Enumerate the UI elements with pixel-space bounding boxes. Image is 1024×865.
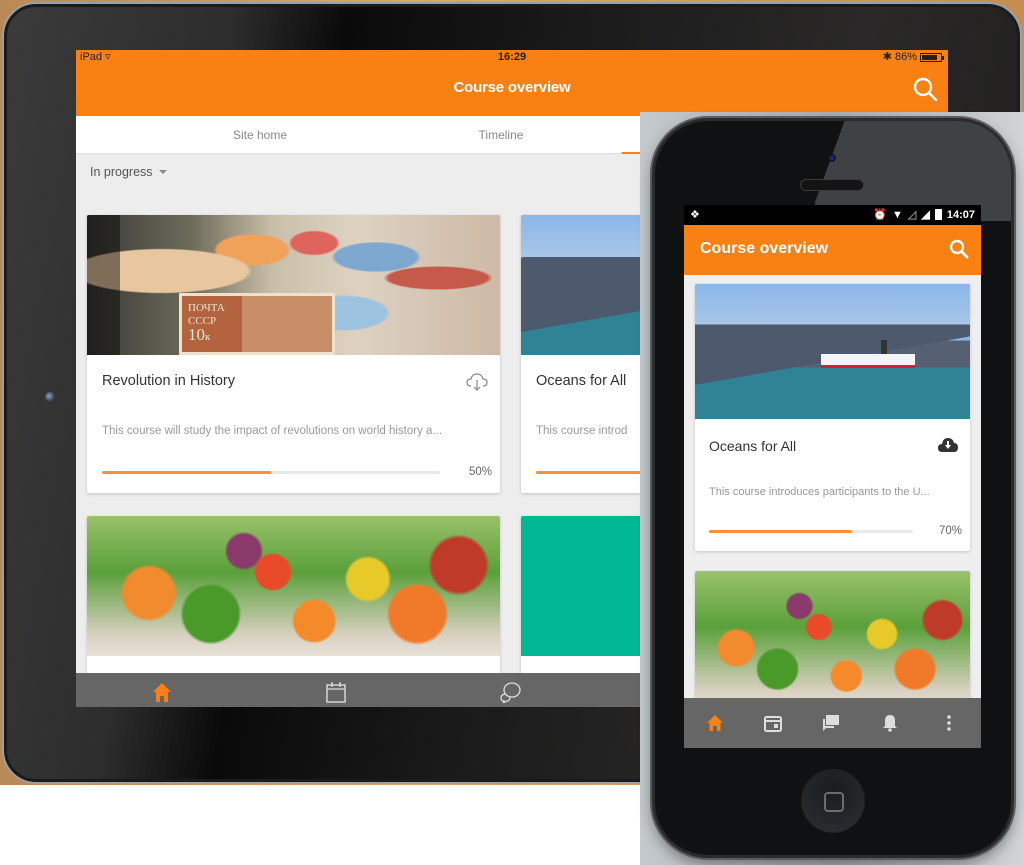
calendar-icon[interactable]: [764, 714, 782, 732]
cloud-download-icon[interactable]: [938, 438, 958, 453]
tab-timeline[interactable]: Timeline: [381, 116, 621, 154]
messages-icon[interactable]: [499, 681, 521, 703]
filter-selected-value: In progress: [90, 165, 153, 179]
search-icon[interactable]: [949, 239, 969, 259]
battery-icon: [934, 209, 942, 220]
marketing-composite: iPad ▿ 16:29 ✱ 86% Course overview Site …: [0, 0, 1024, 865]
status-time: 14:07: [946, 208, 975, 221]
course-card[interactable]: Oceans for All This course introduces pa…: [695, 284, 970, 551]
steamboat-image: [821, 354, 915, 368]
alarm-icon: ⏰: [873, 209, 888, 221]
phone-screen: ❖ ⏰ ▼ ◿ ◢ 14:07 Course overview Oceans f…: [684, 205, 981, 748]
course-progress-label: 50%: [468, 466, 492, 478]
course-description: This course will study the impact of rev…: [102, 425, 443, 437]
course-description: This course introduces participants to t…: [709, 486, 930, 498]
course-image-vegetables: [87, 516, 500, 656]
page-title: Course overview: [700, 240, 829, 257]
battery-icon: [920, 52, 944, 62]
course-progress-label: 70%: [938, 525, 962, 537]
course-title[interactable]: Oceans for All: [709, 438, 796, 454]
home-button-square-icon: [824, 792, 844, 812]
progress-fill: [102, 471, 271, 474]
course-card[interactable]: [695, 571, 970, 711]
course-image-vegetables: [695, 571, 970, 711]
progress-fill: [709, 530, 852, 533]
phone-bottom-nav: [684, 698, 981, 748]
tablet-camera: [45, 392, 55, 402]
status-right: ✱ 86%: [882, 50, 944, 64]
tablet-status-bar: iPad ▿ 16:29 ✱ 86%: [76, 50, 948, 64]
messages-icon[interactable]: [822, 714, 840, 732]
phone-speaker: [800, 179, 864, 191]
course-title[interactable]: Revolution in History: [102, 373, 235, 389]
signal-empty-icon: ◿: [907, 209, 917, 221]
home-icon[interactable]: [151, 681, 173, 703]
status-icons: ⏰ ▼ ◿ ◢ 14:07: [873, 208, 975, 222]
calendar-icon[interactable]: [325, 681, 347, 703]
signal-icon: ◢: [921, 209, 930, 221]
cloud-download-outline-icon[interactable]: [466, 373, 488, 391]
battery-percent: 86%: [894, 51, 917, 63]
steamboat-funnel: [881, 340, 887, 354]
course-progress-bar: [709, 530, 913, 533]
more-icon[interactable]: [940, 714, 958, 732]
tab-site-home[interactable]: Site home: [140, 116, 380, 154]
bluetooth-icon: ✱: [882, 51, 892, 63]
wifi-icon: ▼: [892, 208, 903, 221]
course-image-ocean-steamboat: [695, 284, 970, 419]
progress-filter-dropdown[interactable]: In progress: [90, 165, 167, 179]
caret-down-icon: [158, 170, 167, 174]
notifications-icon[interactable]: [881, 714, 899, 732]
status-time: 16:29: [497, 51, 527, 63]
home-button[interactable]: [801, 769, 865, 833]
phone-camera: [828, 154, 836, 162]
course-image-stamps: ПОЧТА СССР 10к: [87, 215, 500, 355]
course-progress-bar: [102, 471, 440, 474]
tablet-app-bar: Course overview: [76, 64, 948, 116]
dropbox-icon: ❖: [690, 209, 700, 221]
phone-app-bar: Course overview: [684, 225, 981, 275]
course-card[interactable]: ПОЧТА СССР 10к Revolution in History This …: [87, 215, 500, 493]
home-icon[interactable]: [706, 714, 724, 732]
course-title[interactable]: Oceans for All: [536, 373, 626, 389]
page-title: Course overview: [453, 79, 571, 96]
search-icon[interactable]: [912, 76, 938, 102]
stamp-image: ПОЧТА СССР 10к: [179, 293, 335, 355]
phone-status-bar: ❖ ⏰ ▼ ◿ ◢ 14:07: [684, 205, 981, 225]
